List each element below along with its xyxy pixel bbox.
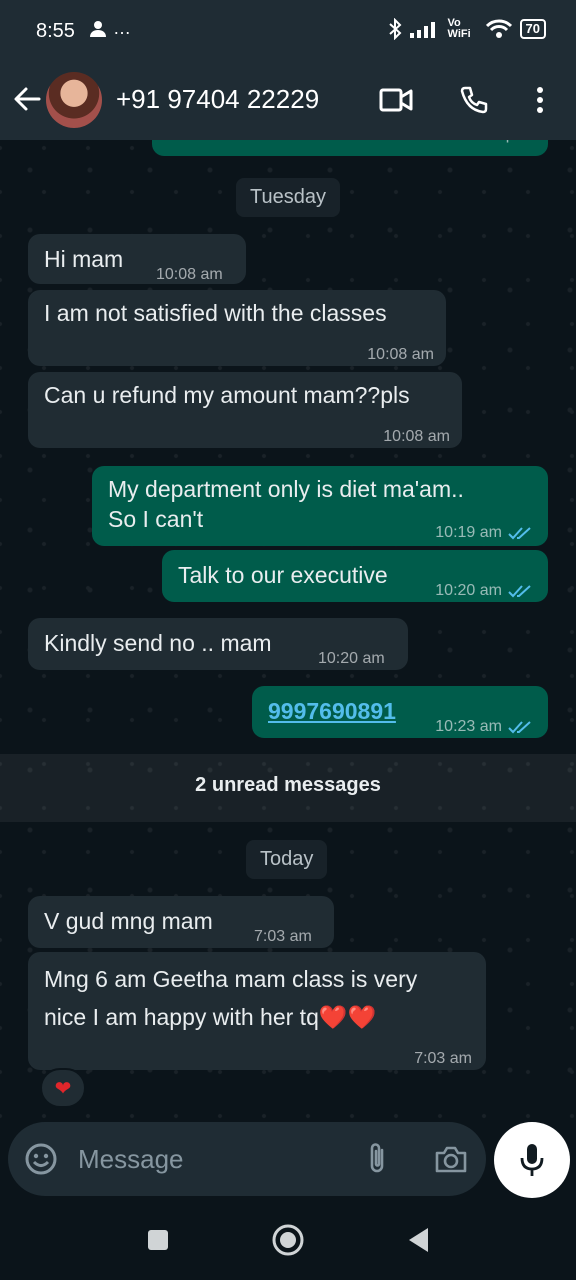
message-incoming[interactable]: Can u refund my amount mam??pls 10:08 am <box>28 372 462 448</box>
message-time: 10:08 am <box>367 346 434 363</box>
message-text: Can u refund my amount mam??pls <box>44 382 410 408</box>
chat-area[interactable]: 6:23 pm Tuesday Hi mam 10:08 am I am not… <box>0 140 576 1122</box>
message-time: 10:20 am <box>435 576 534 606</box>
phone-number-link[interactable]: 9997690891 <box>268 696 396 726</box>
avatar[interactable] <box>46 72 102 128</box>
mic-icon <box>520 1144 544 1176</box>
message-incoming[interactable]: I am not satisfied with the classes 10:0… <box>28 290 446 366</box>
recents-button[interactable] <box>140 1222 176 1258</box>
phone-icon <box>460 86 488 114</box>
date-chip-today: Today <box>246 840 328 879</box>
date-chip-tuesday: Tuesday <box>236 178 340 217</box>
message-incoming[interactable]: V gud mng mam 7:03 am <box>28 896 334 948</box>
message-text: V gud mng mam <box>44 908 213 934</box>
status-notification-icons: … <box>88 18 131 39</box>
unread-divider: 2 unread messages <box>0 754 576 822</box>
message-time: 7:03 am <box>254 928 312 945</box>
read-ticks-icon <box>508 585 531 598</box>
read-ticks-icon <box>508 527 531 540</box>
chat-header: +91 97404 22229 <box>0 62 576 140</box>
message-time: 7:03 am <box>414 1050 472 1067</box>
square-nav-icon <box>148 1230 168 1250</box>
attach-icon <box>370 1143 384 1173</box>
message-outgoing-partial[interactable]: 6:23 pm <box>152 140 548 156</box>
message-text: Talk to our executive <box>178 562 388 588</box>
status-right-icons: Vo WiFi 70 <box>388 18 546 40</box>
message-incoming[interactable]: Hi mam 10:08 am <box>28 234 246 284</box>
nav-back-button[interactable] <box>400 1222 436 1258</box>
circle-nav-icon <box>272 1224 304 1256</box>
message-incoming[interactable]: Kindly send no .. mam 10:20 am <box>28 618 408 670</box>
message-text: Hi mam <box>44 246 124 272</box>
camera-button[interactable] <box>434 1142 468 1176</box>
message-time-text: 10:19 am <box>435 524 502 541</box>
battery-indicator: 70 <box>519 19 546 39</box>
person-icon <box>90 21 106 38</box>
video-call-button[interactable] <box>378 82 414 118</box>
message-time: 10:19 am <box>435 518 534 548</box>
message-composer: Message <box>8 1122 486 1196</box>
read-ticks-icon <box>508 721 531 734</box>
more-notifications-icon: … <box>113 18 132 38</box>
status-bar: 8:55 … Vo WiFi 70 <box>0 0 576 62</box>
heart-reaction[interactable]: ❤ <box>40 1068 86 1108</box>
message-time: 10:08 am <box>383 428 450 445</box>
signal-icon <box>409 22 435 38</box>
home-button[interactable] <box>270 1222 306 1258</box>
message-time: 10:20 am <box>318 650 385 667</box>
attach-button[interactable] <box>360 1142 394 1176</box>
triangle-nav-icon <box>409 1228 428 1252</box>
message-outgoing[interactable]: My department only is diet ma'am.. So I … <box>92 466 548 546</box>
contact-name[interactable]: +91 97404 22229 <box>116 84 319 115</box>
bluetooth-icon <box>388 18 401 40</box>
voice-call-button[interactable] <box>456 82 492 118</box>
message-time: 10:23 am <box>435 712 534 742</box>
heart-icon: ❤ <box>54 1077 72 1100</box>
message-time: 6:23 pm <box>470 140 528 150</box>
more-options-button[interactable] <box>522 82 558 118</box>
message-outgoing[interactable]: Talk to our executive 10:20 am <box>162 550 548 602</box>
wifi-icon <box>485 19 512 38</box>
message-text: I am not satisfied with the classes <box>44 300 387 326</box>
status-time: 8:55 <box>36 20 75 42</box>
message-time: 10:08 am <box>156 266 223 283</box>
message-time-text: 10:23 am <box>435 718 502 735</box>
unread-messages-label: 2 unread messages <box>195 774 381 796</box>
message-input[interactable]: Message <box>78 1144 184 1175</box>
voice-message-button[interactable] <box>494 1122 570 1198</box>
camera-icon <box>435 1146 467 1173</box>
video-call-icon <box>379 88 413 112</box>
message-text: Mng 6 am Geetha mam class is very nice I… <box>44 966 418 1030</box>
emoji-button[interactable] <box>24 1142 58 1176</box>
back-button[interactable] <box>10 82 44 116</box>
more-options-icon <box>537 87 543 113</box>
message-time-text: 10:20 am <box>435 582 502 599</box>
message-outgoing[interactable]: 9997690891 10:23 am <box>252 686 548 738</box>
emoji-icon <box>25 1143 57 1175</box>
message-incoming[interactable]: Mng 6 am Geetha mam class is very nice I… <box>28 952 486 1070</box>
vowifi-label: Vo WiFi <box>447 17 471 40</box>
system-navigation-bar <box>0 1200 576 1280</box>
message-text: My department only is diet ma'am.. So I … <box>108 476 464 532</box>
message-text: Kindly send no .. mam <box>44 630 272 656</box>
back-arrow-icon <box>14 87 41 111</box>
